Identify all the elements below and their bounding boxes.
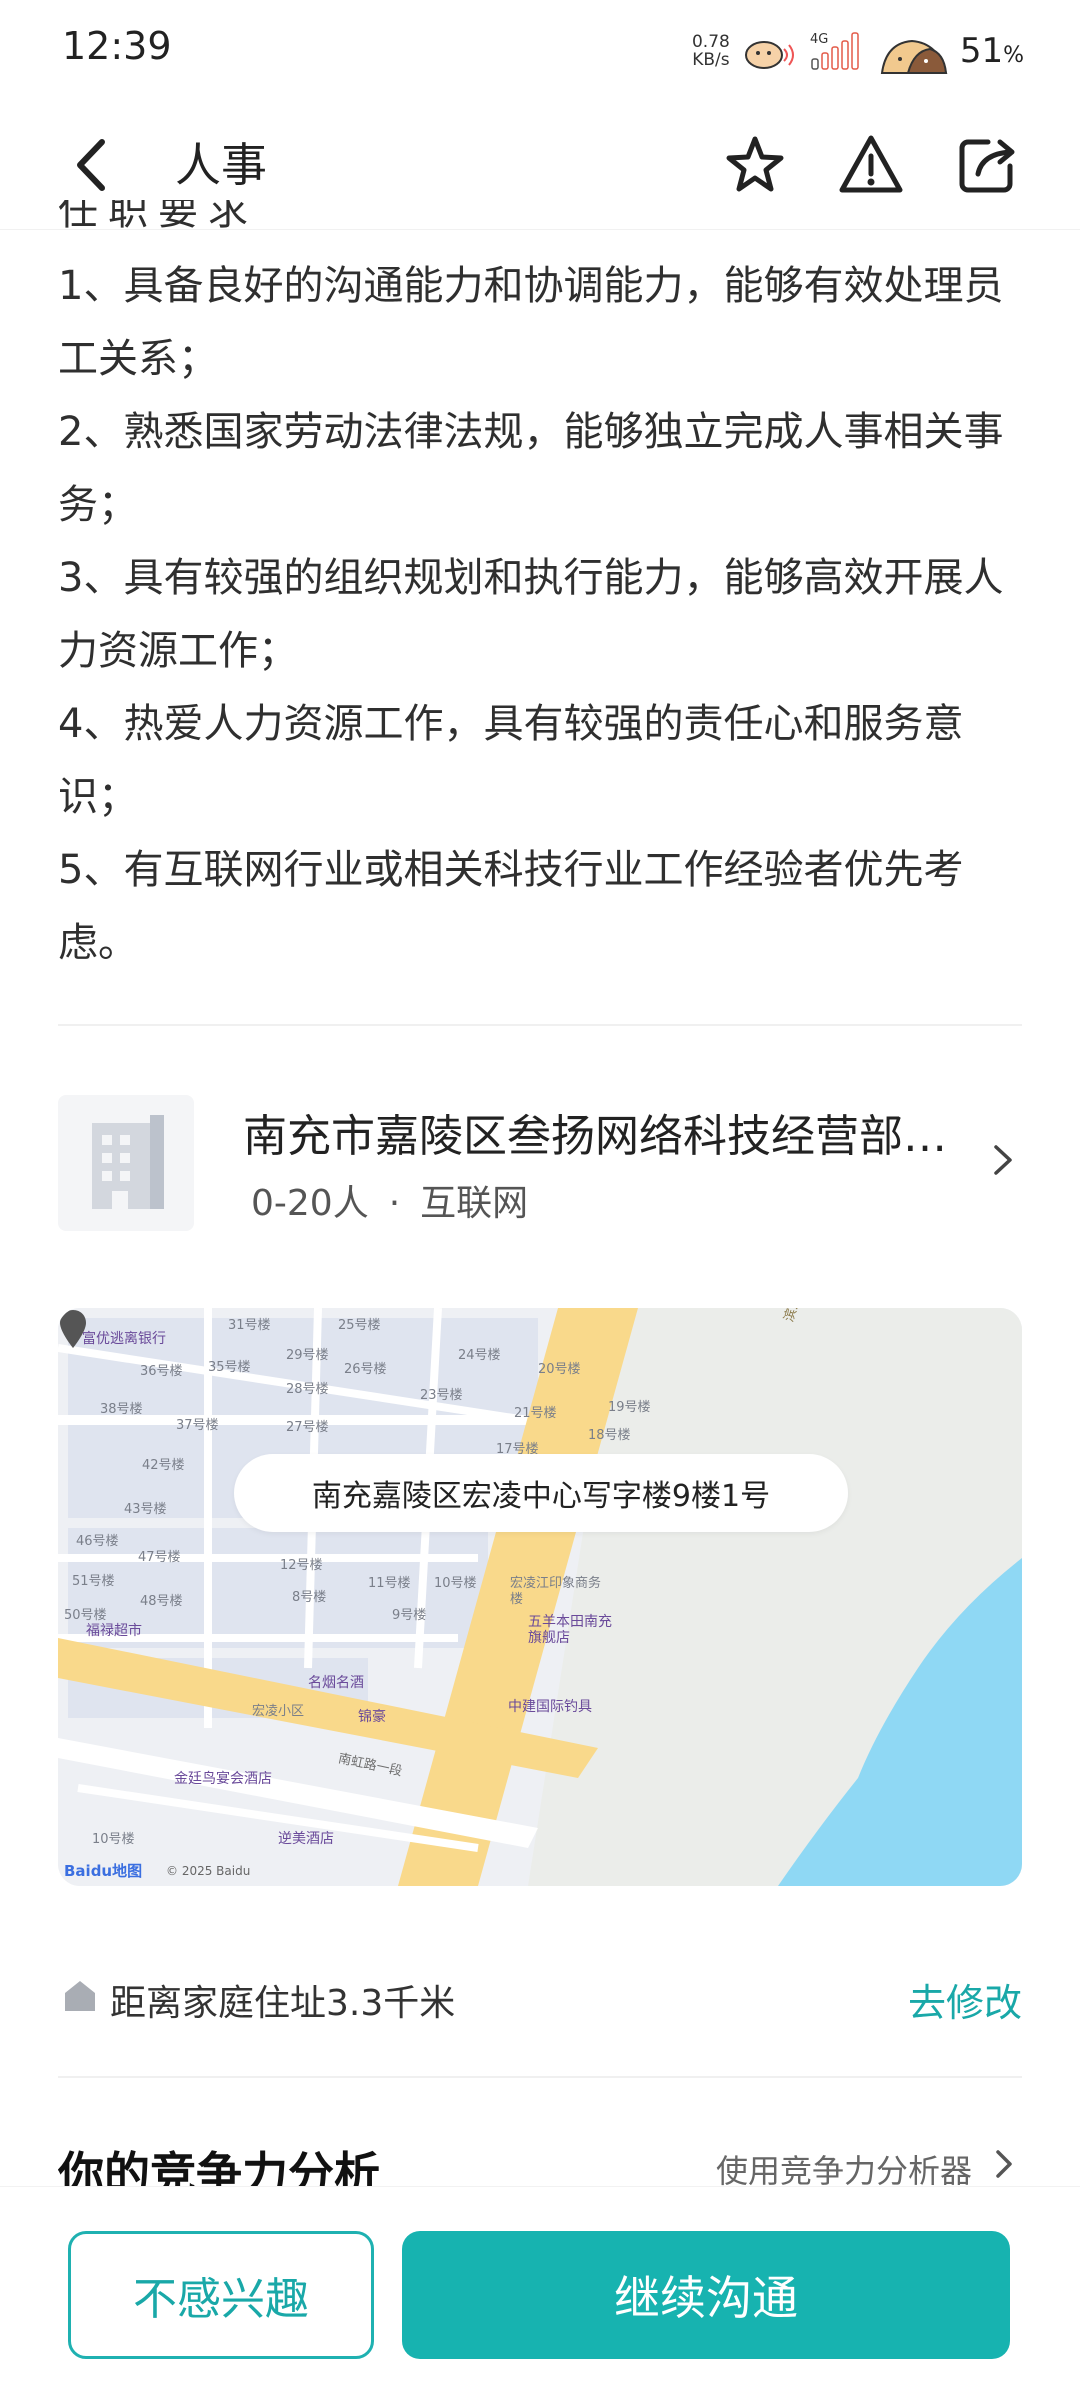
company-industry: 互联网: [420, 1183, 529, 1224]
company-logo: [58, 1095, 194, 1231]
competitiveness-row[interactable]: 你的竞争力分析 使用竞争力分析器: [58, 2130, 1022, 2190]
distance-row: 距离家庭住址3.3千米 去修改: [58, 1970, 1022, 2030]
home-icon: [65, 1981, 95, 2011]
map-poi: 锦豪: [358, 1709, 386, 1725]
map-poi: 福禄超市: [86, 1623, 142, 1639]
map-label: 31号楼: [228, 1318, 271, 1333]
map-label: 23号楼: [420, 1388, 463, 1403]
map-label: 10号楼: [92, 1832, 135, 1847]
map-label: 51号楼: [72, 1574, 115, 1589]
status-bar: 12:39 0.78 KB/s 4G 51%: [0, 0, 1080, 100]
requirements-list: 1、具备良好的沟通能力和协调能力，能够有效处理员工关系； 2、熟悉国家劳动法律法…: [58, 250, 1018, 980]
map-label: 37号楼: [176, 1418, 219, 1433]
star-icon[interactable]: [720, 130, 790, 200]
cat-sticker-icon: [744, 41, 794, 69]
map-label: 18号楼: [588, 1428, 631, 1443]
map-label: 12号楼: [280, 1558, 323, 1573]
battery-level: 51%: [959, 31, 1024, 71]
map-label: 11号楼: [368, 1576, 411, 1591]
map-label: 43号楼: [124, 1502, 167, 1517]
address-bubble: 南充嘉陵区宏凌中心写字楼9楼1号: [234, 1454, 848, 1532]
back-icon[interactable]: [60, 130, 130, 200]
distance-text: 距离家庭住址3.3千米: [110, 1983, 456, 2024]
status-indicators: 0.78 KB/s 4G 51%: [692, 26, 1024, 76]
meta-separator: ·: [388, 1183, 401, 1224]
map-label: 42号楼: [142, 1458, 185, 1473]
map-label: 46号楼: [76, 1534, 119, 1549]
bottom-action-bar: 不感兴趣 继续沟通: [0, 2186, 1080, 2400]
map-label: 35号楼: [208, 1360, 251, 1375]
baidu-logo: Baidu地图: [64, 1862, 143, 1880]
requirement-item: 4、热爱人力资源工作，具有较强的责任心和服务意识；: [58, 701, 964, 820]
company-meta: 0-20人 · 互联网: [251, 1174, 528, 1226]
location-map[interactable]: 31号楼 25号楼 24号楼 29号楼 26号楼 20号楼 35号楼 28号楼 …: [58, 1308, 1022, 1886]
map-label: 27号楼: [286, 1420, 329, 1435]
map-poi: 五羊本田南充旗舰店: [528, 1614, 612, 1646]
requirement-item: 1、具备良好的沟通能力和协调能力，能够有效处理员工关系；: [58, 263, 1004, 382]
chevron-right-icon: [996, 2150, 1012, 2178]
map-label: 19号楼: [608, 1400, 651, 1415]
map-copyright: © 2025 Baidu: [166, 1864, 251, 1878]
requirement-item: 2、熟悉国家劳动法律法规，能够独立完成人事相关事务；: [58, 409, 1004, 528]
company-card[interactable]: 南充市嘉陵区叁扬网络科技经营部… 0-20人 · 互联网: [58, 1090, 1022, 1231]
map-label: 47号楼: [138, 1550, 181, 1565]
map-label: 9号楼: [392, 1608, 427, 1623]
mascot-sticker-icon: [880, 39, 948, 74]
map-poi: 名烟名酒: [308, 1675, 364, 1691]
modify-address-link[interactable]: 去修改: [908, 1972, 1022, 2027]
svg-text:4G: 4G: [810, 32, 828, 47]
map-label: 24号楼: [458, 1348, 501, 1363]
requirement-item: 5、有互联网行业或相关科技行业工作经验者优先考虑。: [58, 847, 964, 966]
page-title: 人事: [175, 138, 267, 192]
map-label: 21号楼: [514, 1406, 557, 1421]
map-poi: 中建国际钓具: [508, 1699, 592, 1715]
company-name: 南充市嘉陵区叁扬网络科技经营部…: [243, 1111, 947, 1162]
status-time: 12:39: [62, 24, 172, 68]
not-interested-button[interactable]: 不感兴趣: [68, 2231, 374, 2359]
map-label: 25号楼: [338, 1318, 381, 1333]
map-label: 48号楼: [140, 1594, 183, 1609]
map-poi: 逆美酒店: [278, 1831, 334, 1847]
divider: [58, 1024, 1022, 1026]
map-label: 20号楼: [538, 1362, 581, 1377]
map-label: 宏凌江印象商务楼: [510, 1576, 602, 1607]
company-size: 0-20人: [251, 1183, 369, 1224]
map-label: 宏凌小区: [252, 1704, 305, 1719]
map-label: 26号楼: [344, 1362, 387, 1377]
competitiveness-title: 你的竞争力分析: [58, 2147, 380, 2190]
map-poi: 富优逃离银行: [82, 1331, 166, 1347]
continue-chat-button[interactable]: 继续沟通: [402, 2231, 1010, 2359]
map-label: 29号楼: [286, 1348, 329, 1363]
map-label: 36号楼: [140, 1364, 183, 1379]
map-label: 10号楼: [434, 1576, 477, 1591]
map-label: 38号楼: [100, 1402, 143, 1417]
competitiveness-analyzer-link[interactable]: 使用竞争力分析器: [716, 2146, 972, 2190]
location-pin-icon: [60, 1310, 86, 1348]
requirements-heading-cut: 任职要求: [58, 200, 258, 234]
network-speed: 0.78 KB/s: [691, 32, 730, 70]
chevron-right-icon: [994, 1145, 1012, 1175]
map-label: 28号楼: [286, 1382, 329, 1397]
divider: [58, 2076, 1022, 2078]
share-icon[interactable]: [952, 130, 1022, 200]
warning-icon[interactable]: [836, 130, 906, 200]
signal-icon: 4G: [810, 32, 859, 70]
requirement-item: 3、具有较强的组织规划和执行能力，能够高效开展人力资源工作；: [58, 555, 1004, 674]
map-poi: 金廷鸟宴会酒店: [174, 1771, 272, 1787]
map-label: 8号楼: [292, 1590, 327, 1605]
building-icon: [92, 1115, 164, 1209]
